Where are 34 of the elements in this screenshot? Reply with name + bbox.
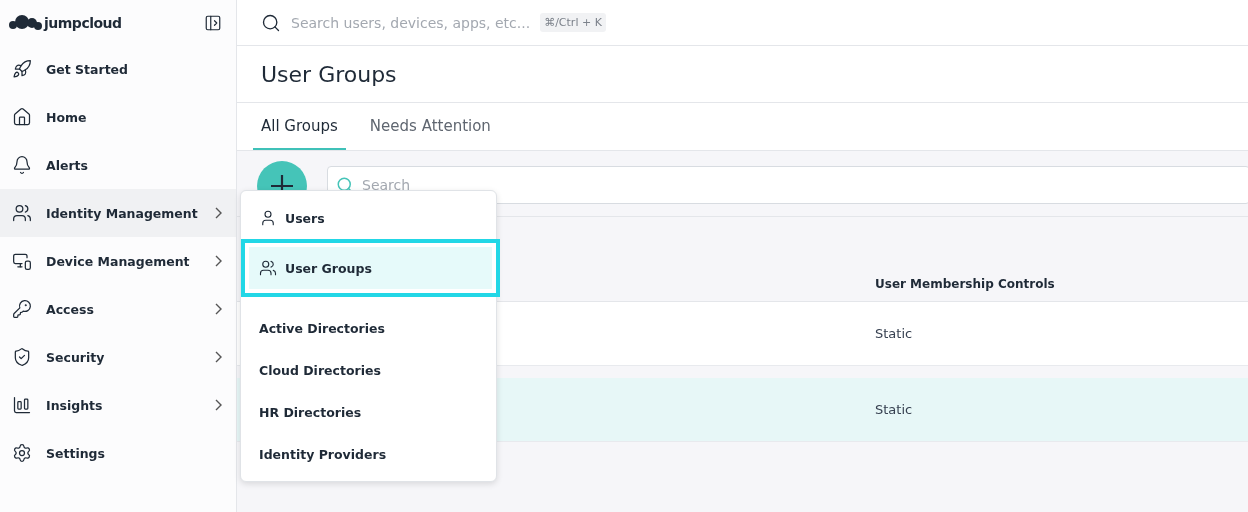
column-header: User Membership Controls — [875, 277, 1056, 291]
menu-item[interactable]: HR Directories — [241, 391, 496, 433]
bell-icon — [12, 155, 32, 175]
cloud-logo-icon — [8, 14, 42, 31]
settings-icon — [12, 443, 32, 463]
person-icon — [259, 209, 277, 227]
sidebar-item[interactable]: Security — [0, 333, 236, 381]
people-icon — [12, 203, 32, 223]
devices-icon — [12, 251, 32, 271]
page-title: User Groups — [237, 46, 1248, 103]
chart-icon — [12, 395, 32, 415]
sidebar-item[interactable]: Access — [0, 285, 236, 333]
tab[interactable]: Needs Attention — [361, 103, 499, 150]
logo-text: jumpcloud — [44, 14, 122, 31]
rocket-icon — [12, 59, 32, 79]
key-icon — [12, 299, 32, 319]
sidebar-item[interactable]: Device Management — [0, 237, 236, 285]
shield-icon — [12, 347, 32, 367]
collapse-sidebar-icon[interactable] — [204, 13, 222, 32]
tab[interactable]: All Groups — [253, 103, 346, 150]
sidebar-item[interactable]: Insights — [0, 381, 236, 429]
home-icon — [12, 107, 32, 127]
table-cell-text: Static — [875, 326, 914, 341]
table-cell-text: Static — [875, 402, 914, 417]
sidebar-item[interactable]: Get Started — [0, 45, 236, 93]
sidebar-item[interactable]: Settings — [0, 429, 236, 477]
people-icon — [259, 259, 277, 277]
search-icon — [261, 12, 281, 33]
sidebar-item[interactable]: Alerts — [0, 141, 236, 189]
sidebar-item[interactable]: Home — [0, 93, 236, 141]
menu-item[interactable]: User Groups — [241, 239, 500, 297]
sidebar-item[interactable]: Identity Management — [0, 189, 236, 237]
menu-item[interactable]: Active Directories — [241, 307, 496, 349]
shortcut-hint: ⌘/Ctrl + K — [540, 13, 606, 32]
